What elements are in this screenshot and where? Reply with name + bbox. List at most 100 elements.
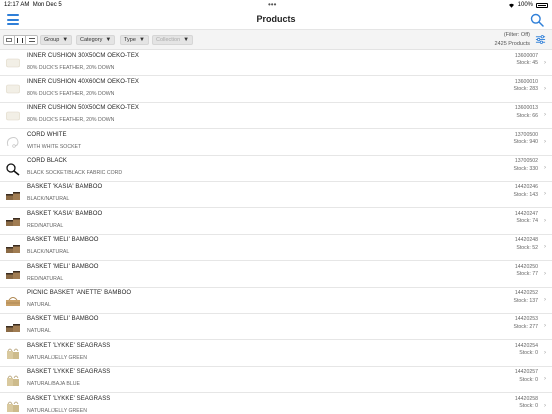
- cord-black-icon: [5, 161, 21, 177]
- caret-down-icon: ▼: [105, 37, 112, 43]
- product-list: INNER CUSHION 30X50CM OEKO-TEX 80% DUCK'S…: [0, 50, 552, 414]
- product-description: BLACK/NATURAL: [27, 249, 70, 256]
- product-description: 80% DUCK'S FEATHER, 20% DOWN: [27, 64, 115, 71]
- caret-down-icon: ▼: [138, 37, 145, 43]
- basket-icon: [5, 266, 21, 282]
- compact-view-icon[interactable]: [26, 36, 37, 44]
- filter-state: (Filter: Off): [503, 32, 530, 38]
- collection-filter-dropdown[interactable]: Collection ▼: [152, 35, 194, 45]
- basket-icon: [5, 213, 21, 229]
- product-code: 14420252: [514, 290, 538, 297]
- product-count: 2425 Products: [494, 41, 530, 47]
- product-name: CORD BLACK: [27, 158, 68, 165]
- product-name: INNER CUSHION 40X60CM OEKO-TEX: [27, 78, 140, 85]
- product-code: 13600010: [514, 78, 538, 85]
- product-code: 14420250: [514, 263, 538, 270]
- cushion-icon: [5, 108, 21, 124]
- battery-percent: 100%: [517, 2, 533, 8]
- product-name: BASKET 'LYKKE' SEAGRASS: [27, 369, 111, 376]
- product-stock: Stock: 143: [513, 191, 538, 198]
- product-row[interactable]: BASKET 'LYKKE' SEAGRASS NATURAL/BAJA BLUE…: [0, 366, 552, 394]
- product-stock: Stock: 277: [513, 323, 538, 330]
- product-stock: Stock: 283: [513, 86, 538, 93]
- product-row[interactable]: INNER CUSHION 30X50CM OEKO-TEX 80% DUCK'S…: [0, 50, 552, 77]
- caret-down-icon: ▼: [183, 37, 190, 43]
- chevron-right-icon: ›: [544, 402, 546, 409]
- search-icon[interactable]: [530, 13, 544, 27]
- product-row[interactable]: BASKET 'KASIA' BAMBOO RED/NATURAL 14420247…: [0, 208, 552, 235]
- product-code: 13600013: [514, 105, 538, 112]
- product-name: CORD WHITE: [27, 131, 67, 138]
- product-row[interactable]: CORD BLACK BLACK SOCKET/BLACK FABRIC CORD…: [0, 155, 552, 182]
- product-description: 80% DUCK'S FEATHER, 20% DOWN: [27, 117, 115, 124]
- product-description: NATURAL/JELLY GREEN: [27, 354, 87, 361]
- product-code: 14420246: [514, 184, 538, 191]
- group-filter-dropdown[interactable]: Group ▼: [40, 35, 73, 45]
- product-stock: Stock: 74: [516, 218, 538, 225]
- category-filter-dropdown[interactable]: Category ▼: [76, 35, 116, 45]
- battery-icon: [536, 2, 548, 8]
- cushion-icon: [5, 81, 21, 97]
- product-stock: Stock: 45: [516, 60, 538, 66]
- filter-settings-icon[interactable]: [535, 34, 546, 45]
- status-bar: 12:17 AM Mon Dec 5 ••• 100%: [0, 0, 552, 10]
- product-row[interactable]: PICNIC BASKET 'ANETTE' BAMBOO NATURAL 1442…: [0, 287, 552, 314]
- basket-icon: [5, 240, 21, 256]
- nav-bar: Products: [0, 10, 552, 30]
- chevron-right-icon: ›: [544, 270, 546, 277]
- product-name: PICNIC BASKET 'ANETTE' BAMBOO: [27, 290, 132, 297]
- chevron-right-icon: ›: [544, 191, 546, 198]
- product-name: BASKET 'MELI' BAMBOO: [27, 316, 99, 323]
- product-description: NATURAL/JELLY GREEN: [27, 407, 87, 414]
- wifi-icon: [508, 3, 514, 8]
- product-description: 80% DUCK'S FEATHER, 20% DOWN: [27, 90, 115, 97]
- product-description: NATURAL: [27, 302, 51, 309]
- status-right: 100%: [508, 2, 548, 8]
- product-row[interactable]: CORD WHITE WITH WHITE SOCKET 13700500 Stock…: [0, 129, 552, 156]
- product-description: NATURAL/BAJA BLUE: [27, 381, 80, 388]
- product-description: NATURAL: [27, 328, 51, 335]
- product-name: BASKET 'LYKKE' SEAGRASS: [27, 395, 111, 402]
- product-code: 13700500: [514, 131, 538, 138]
- product-row[interactable]: BASKET 'LYKKE' SEAGRASS NATURAL/JELLY GRE…: [0, 393, 552, 414]
- view-toggle: [3, 35, 38, 45]
- chevron-right-icon: ›: [544, 165, 546, 172]
- basket-icon: [5, 319, 21, 335]
- group-filter-label: Group: [44, 37, 60, 43]
- product-stock: Stock: 52: [516, 244, 538, 251]
- basket-icon: [5, 187, 21, 203]
- product-name: BASKET 'MELI' BAMBOO: [27, 263, 99, 270]
- seagrass-basket-icon: [5, 398, 21, 414]
- multitasking-dots-icon[interactable]: •••: [268, 0, 276, 9]
- product-code: 14420247: [514, 210, 538, 217]
- type-filter-dropdown[interactable]: Type ▼: [120, 35, 149, 45]
- grid-view-icon[interactable]: [4, 36, 15, 44]
- product-row[interactable]: BASKET 'LYKKE' SEAGRASS NATURAL/JELLY GRE…: [0, 340, 552, 367]
- product-row[interactable]: BASKET 'KASIA' BAMBOO BLACK/NATURAL 144202…: [0, 181, 552, 209]
- product-stock: Stock: 0: [519, 376, 538, 383]
- product-code: 14420253: [514, 316, 538, 323]
- product-code: 13700502: [514, 158, 538, 165]
- product-description: WITH WHITE SOCKET: [27, 143, 82, 150]
- chevron-right-icon: ›: [544, 138, 546, 145]
- type-filter-label: Type: [124, 37, 136, 43]
- product-name: BASKET 'MELI' BAMBOO: [27, 237, 99, 244]
- list-view-icon[interactable]: [15, 36, 26, 44]
- chevron-right-icon: ›: [544, 85, 546, 92]
- product-row[interactable]: BASKET 'MELI' BAMBOO NATURAL 14420253 Stock…: [0, 313, 552, 341]
- product-name: BASKET 'KASIA' BAMBOO: [27, 184, 103, 191]
- chevron-right-icon: ›: [544, 323, 546, 330]
- product-row[interactable]: BASKET 'MELI' BAMBOO BLACK/NATURAL 1442024…: [0, 234, 552, 262]
- product-row[interactable]: BASKET 'MELI' BAMBOO RED/NATURAL 14420250 S…: [0, 261, 552, 288]
- product-code: 14420248: [514, 237, 538, 244]
- product-stock: Stock: 137: [513, 297, 538, 304]
- picnic-basket-icon: [5, 293, 21, 309]
- product-description: BLACK/NATURAL: [27, 196, 70, 203]
- product-row[interactable]: INNER CUSHION 50X50CM OEKO-TEX 80% DUCK'S…: [0, 102, 552, 130]
- chevron-right-icon: ›: [544, 217, 546, 224]
- cushion-icon: [5, 55, 21, 71]
- cord-white-icon: [5, 134, 21, 150]
- product-row[interactable]: INNER CUSHION 40X60CM OEKO-TEX 80% DUCK'S…: [0, 76, 552, 103]
- filter-bar: Group ▼ Category ▼ Type ▼ Collection ▼ (Filt…: [0, 30, 552, 50]
- product-name: BASKET 'LYKKE' SEAGRASS: [27, 342, 111, 349]
